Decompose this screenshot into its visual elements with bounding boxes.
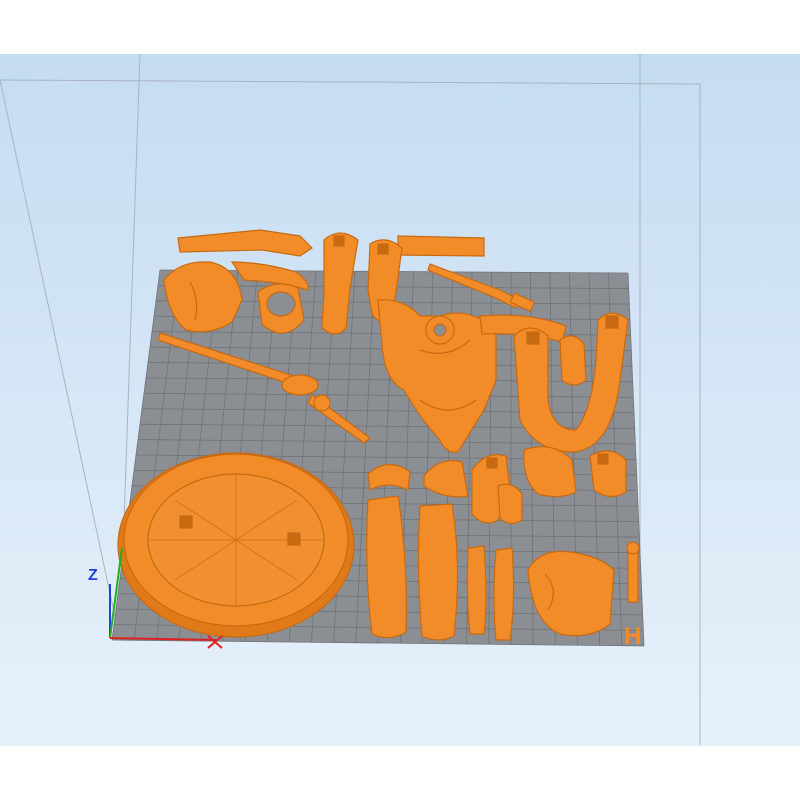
gauntlet[interactable] xyxy=(497,483,523,525)
volume-edge-front-left xyxy=(0,79,121,641)
volume-edge-top-front xyxy=(0,79,701,85)
3d-viewport[interactable]: H Z xyxy=(0,54,800,746)
belt-strap-right[interactable] xyxy=(397,235,485,257)
base-disc[interactable] xyxy=(117,452,355,638)
corner-mark: H xyxy=(624,623,641,650)
strip-right[interactable] xyxy=(493,547,515,641)
peg-piece[interactable] xyxy=(626,541,640,603)
pauldron-small[interactable] xyxy=(589,450,627,498)
belt-strap-left[interactable] xyxy=(177,229,313,257)
slicer-window: H Z xyxy=(0,0,800,800)
collar[interactable] xyxy=(257,283,305,334)
z-axis-label: Z xyxy=(88,567,98,584)
cape-piece-right[interactable] xyxy=(417,503,459,641)
cape-piece-left[interactable] xyxy=(366,495,407,639)
scene-svg: H Z xyxy=(0,54,701,745)
strip-left[interactable] xyxy=(466,545,487,635)
